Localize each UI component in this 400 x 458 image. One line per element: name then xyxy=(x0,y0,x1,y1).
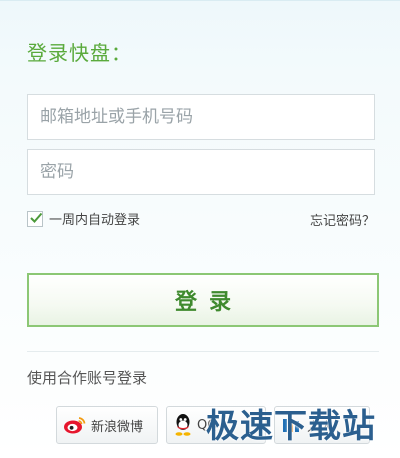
renren-icon xyxy=(281,415,303,435)
partner-login-label: 使用合作账号登录 xyxy=(27,369,148,387)
qq-icon xyxy=(173,413,193,437)
remember-label: 一周内自动登录 xyxy=(49,213,141,228)
qq-login-button[interactable]: QQ xyxy=(166,406,266,444)
page-title: 登录快盘： xyxy=(27,41,132,65)
password-field-wrapper xyxy=(27,149,375,195)
login-panel: 登录快盘： 一周内自动登录 忘记密码？ 登录 使用合作账号登录 新浪 xyxy=(0,0,400,458)
login-button-label: 登录 xyxy=(174,290,243,315)
login-button[interactable]: 登录 xyxy=(27,273,379,327)
checkmark-icon xyxy=(30,212,43,223)
renren-login-button[interactable]: 人人 xyxy=(274,406,370,444)
weibo-login-button[interactable]: 新浪微博 xyxy=(56,406,158,444)
qq-label: QQ xyxy=(197,417,218,433)
divider xyxy=(27,351,379,352)
forgot-password-link[interactable]: 忘记密码？ xyxy=(310,210,375,229)
password-field[interactable] xyxy=(28,150,374,194)
email-field-wrapper xyxy=(27,94,375,140)
remember-me[interactable]: 一周内自动登录 xyxy=(27,209,140,228)
renren-label: 人人 xyxy=(307,419,334,435)
email-field[interactable] xyxy=(28,95,374,139)
remember-checkbox[interactable] xyxy=(27,210,43,227)
weibo-icon xyxy=(63,415,87,435)
weibo-label: 新浪微博 xyxy=(91,419,144,435)
